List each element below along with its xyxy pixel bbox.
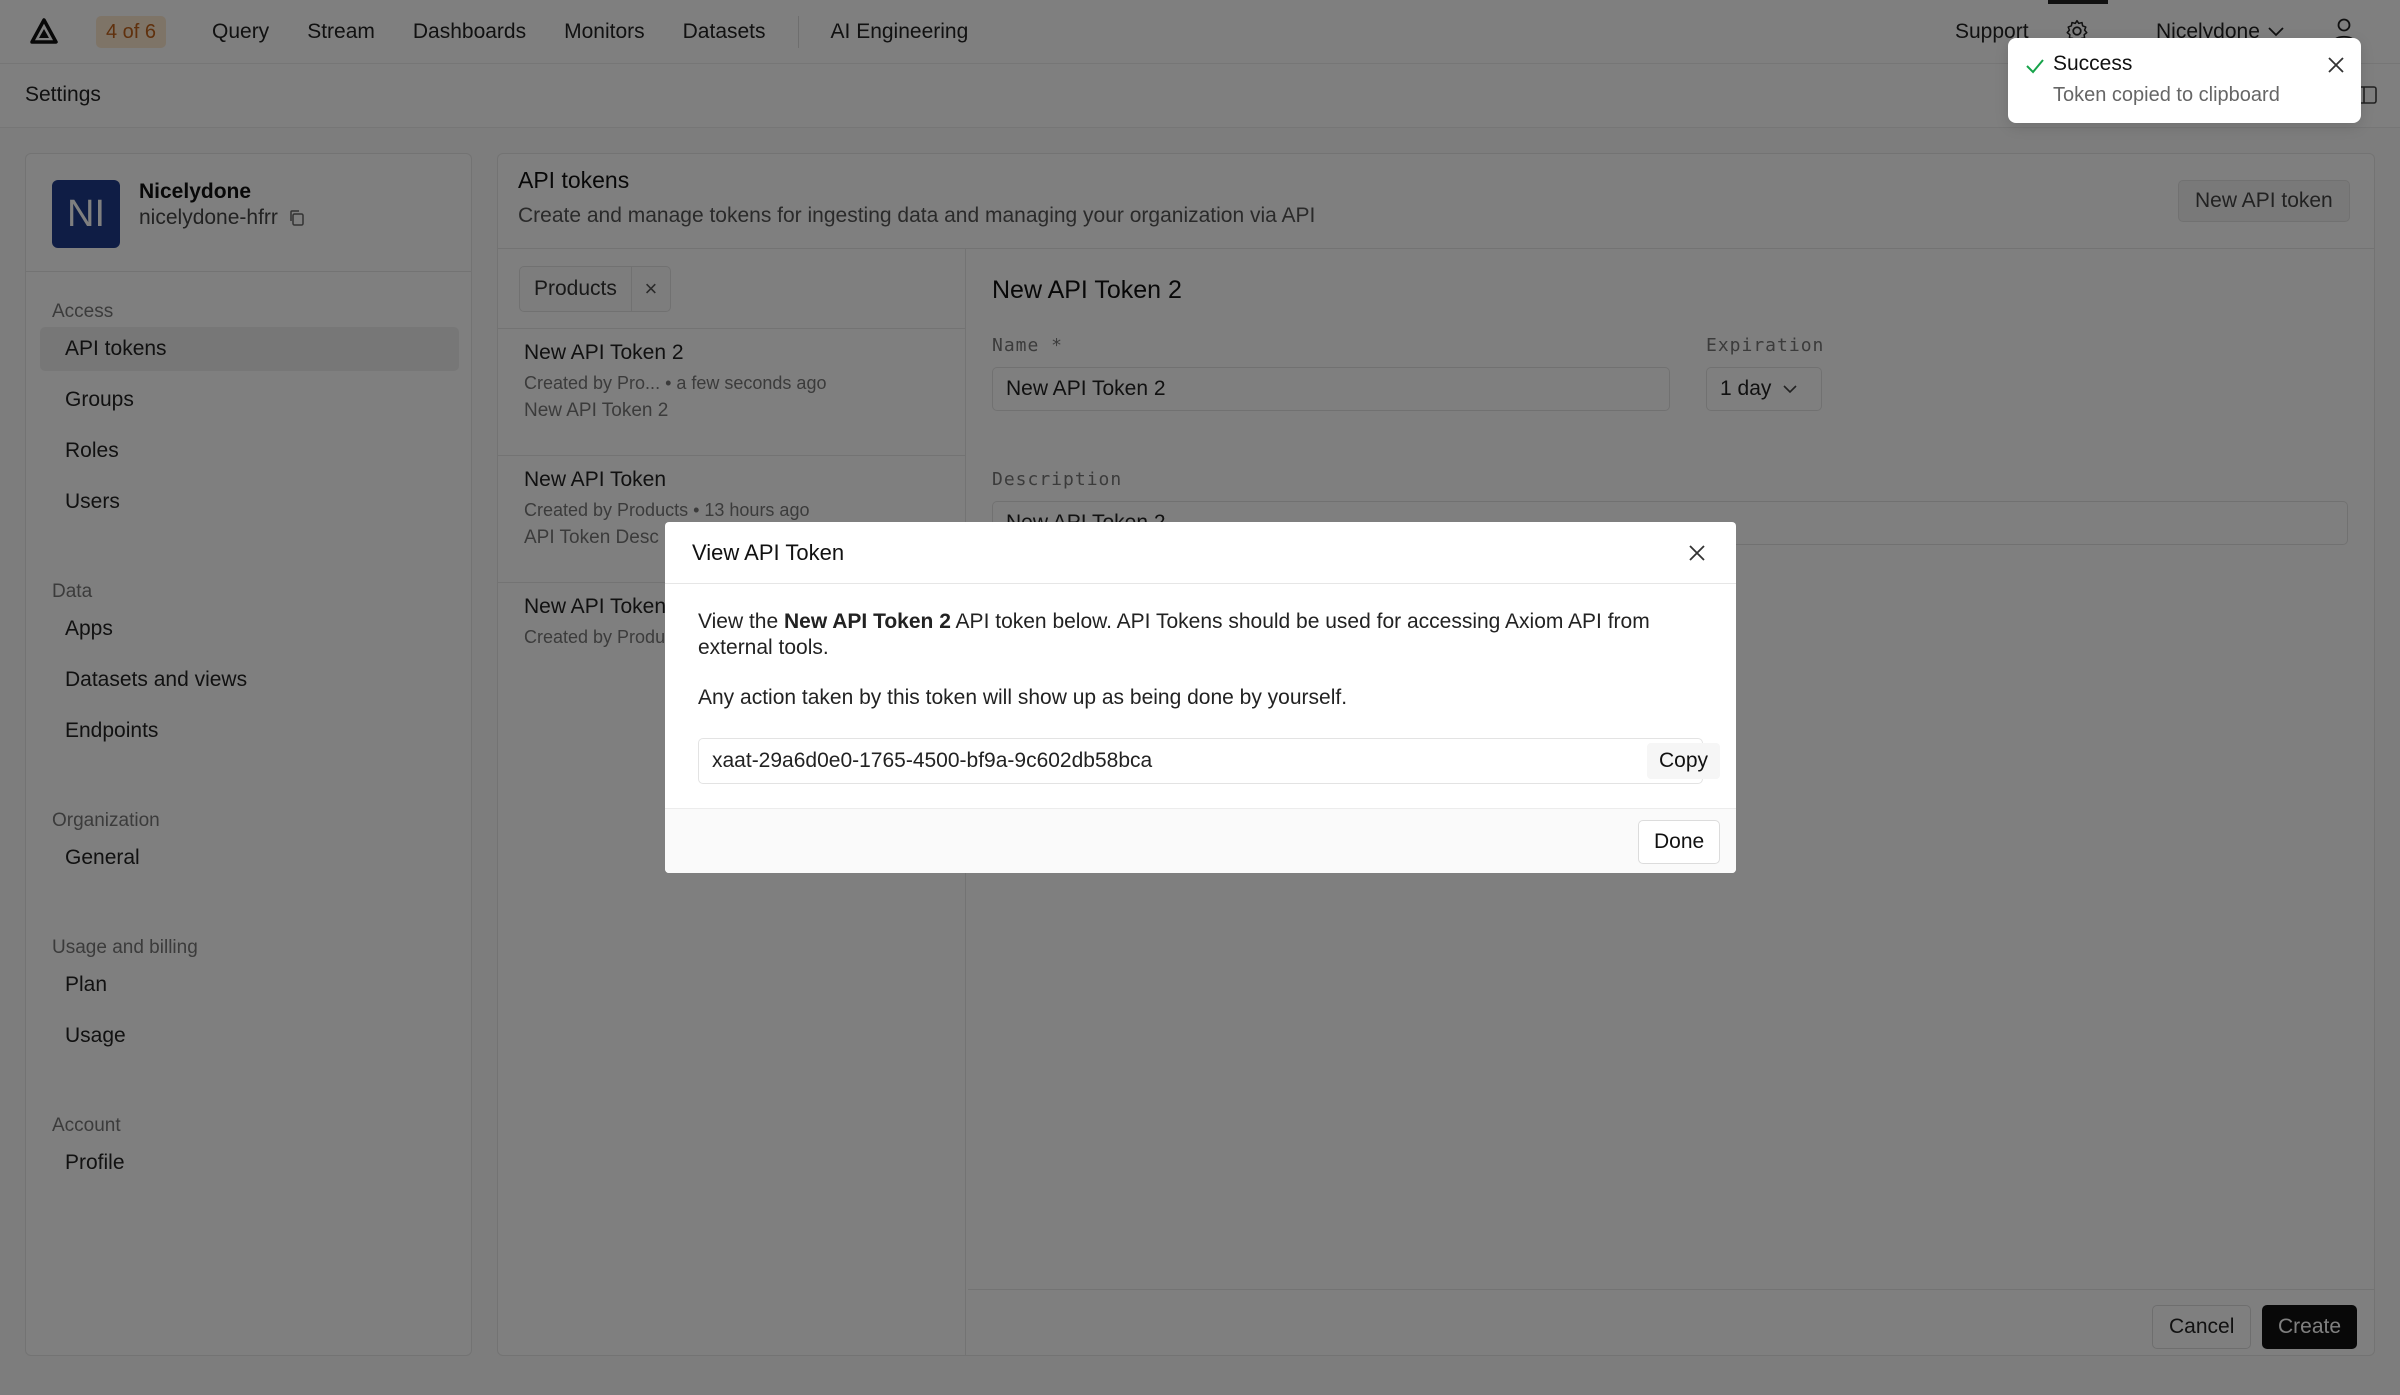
dialog-header: View API Token (665, 522, 1736, 584)
dialog-footer: Done (665, 808, 1736, 873)
toast-title: Success (2053, 52, 2133, 75)
token-value-field[interactable]: xaat-29a6d0e0-1765-4500-bf9a-9c602db58bc… (698, 738, 1721, 784)
copy-button[interactable]: Copy (1647, 743, 1721, 779)
token-name-emphasis: New API Token 2 (784, 610, 951, 633)
token-value[interactable]: xaat-29a6d0e0-1765-4500-bf9a-9c602db58bc… (712, 739, 1152, 783)
close-icon[interactable] (2325, 54, 2347, 76)
check-icon (2026, 59, 2044, 74)
success-toast: Success Token copied to clipboard (2008, 38, 2361, 123)
done-button[interactable]: Done (1638, 820, 1721, 864)
dialog-body: View the New API Token 2 API token below… (698, 609, 1708, 711)
dialog-text: View the (698, 610, 784, 633)
toast-message: Token copied to clipboard (2053, 84, 2280, 106)
view-api-token-dialog: View API Token View the New API Token 2 … (665, 522, 1736, 873)
dialog-title: View API Token (692, 540, 845, 565)
close-icon[interactable] (1686, 542, 1708, 564)
dialog-note: Any action taken by this token will show… (698, 686, 1348, 709)
dialog-description: View the New API Token 2 API token below… (698, 609, 1708, 661)
